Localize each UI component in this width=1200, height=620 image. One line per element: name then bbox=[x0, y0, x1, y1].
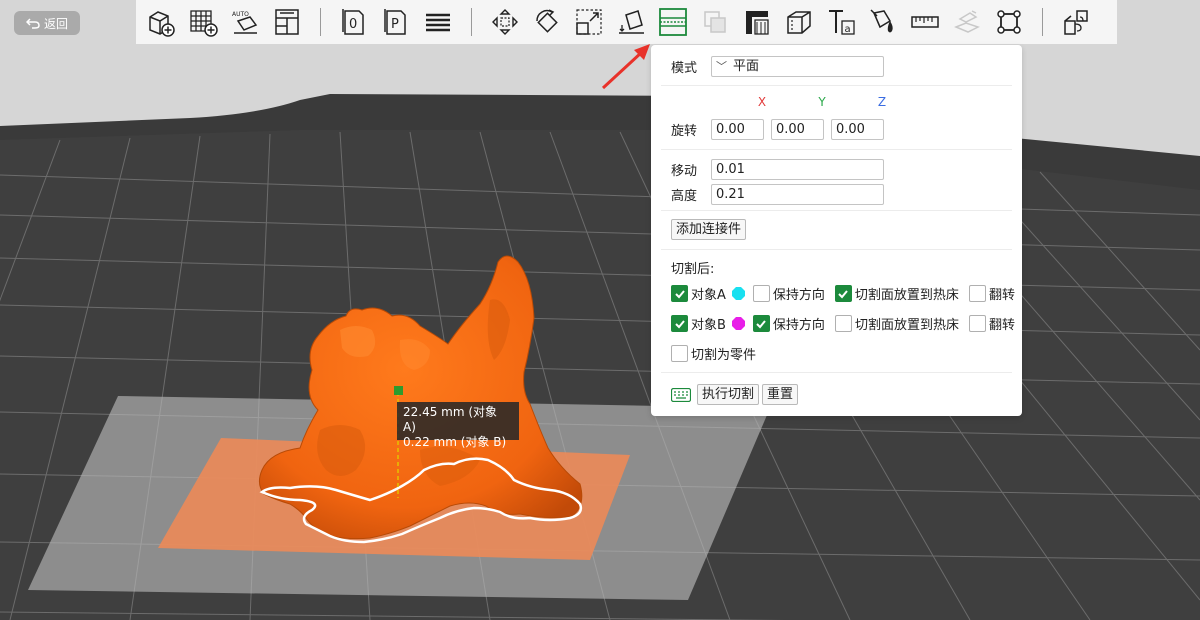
object-b-keep-orientation-checkbox[interactable] bbox=[752, 315, 770, 332]
main-toolbar: AUTO 0 P a bbox=[136, 0, 1117, 44]
keyboard-icon[interactable] bbox=[670, 387, 692, 402]
object-b-flip-label: 翻转 bbox=[988, 318, 1015, 333]
object-a-place-on-bed-checkbox[interactable] bbox=[834, 285, 852, 302]
object-a-keep-orientation-checkbox[interactable] bbox=[752, 285, 770, 302]
measure-tooltip: 22.45 mm (对象 A) 0.22 mm (对象 B) bbox=[397, 402, 519, 449]
cut-to-parts-checkbox[interactable] bbox=[671, 345, 688, 362]
object-a-checkbox[interactable] bbox=[671, 285, 688, 302]
text-icon[interactable]: a bbox=[820, 0, 862, 44]
move-label: 移动 bbox=[671, 164, 698, 179]
height-label: 高度 bbox=[671, 189, 698, 204]
toolbar-separator bbox=[1042, 8, 1043, 36]
add-grid-icon[interactable] bbox=[182, 0, 224, 44]
measure-line-a: 22.45 mm (对象 A) bbox=[403, 405, 498, 434]
divider bbox=[661, 372, 1012, 373]
cut-handle[interactable] bbox=[394, 386, 403, 395]
after-cut-label: 切割后: bbox=[671, 262, 715, 277]
support-icon[interactable] bbox=[736, 0, 778, 44]
scale-icon[interactable] bbox=[568, 0, 610, 44]
rotate-z-input[interactable]: 0.00 bbox=[831, 119, 884, 140]
height-input[interactable]: 0.21 bbox=[711, 184, 884, 205]
object-a-label: 对象A bbox=[691, 288, 726, 303]
back-button[interactable]: 返回 bbox=[14, 11, 80, 35]
rotate-x-input[interactable]: 0.00 bbox=[711, 119, 764, 140]
paint-icon[interactable] bbox=[862, 0, 904, 44]
cut-tool-panel: 模式 ﹀ 平面 X Y Z 旋转 0.00 0.00 0.00 移动 0.01 … bbox=[651, 45, 1022, 416]
layers-icon[interactable] bbox=[417, 0, 459, 44]
mode-select[interactable]: ﹀ 平面 bbox=[711, 56, 884, 77]
toolbar-separator bbox=[320, 8, 321, 36]
chevron-down-icon: ﹀ bbox=[716, 60, 727, 73]
seam-icon[interactable] bbox=[778, 0, 820, 44]
assembly-icon[interactable] bbox=[946, 0, 988, 44]
plate-zero-icon[interactable]: 0 bbox=[333, 0, 375, 44]
object-a-color-icon bbox=[731, 287, 745, 300]
mode-value: 平面 bbox=[733, 59, 760, 74]
back-button-label: 返回 bbox=[43, 16, 68, 31]
object-a-keep-orientation-label: 保持方向 bbox=[772, 288, 825, 303]
cut-to-parts-label: 切割为零件 bbox=[691, 348, 757, 363]
divider bbox=[661, 210, 1012, 211]
divider bbox=[661, 149, 1012, 150]
cut-icon[interactable] bbox=[652, 0, 694, 44]
move-icon[interactable] bbox=[484, 0, 526, 44]
perform-cut-button[interactable]: 执行切割 bbox=[697, 384, 760, 405]
add-connector-button[interactable]: 添加连接件 bbox=[671, 219, 747, 240]
rotate-label: 旋转 bbox=[671, 124, 698, 139]
undo-arrow-icon bbox=[25, 18, 40, 29]
axis-x-label: X bbox=[757, 95, 767, 109]
object-b-checkbox[interactable] bbox=[671, 315, 688, 332]
object-b-place-on-bed-label: 切割面放置到热床 bbox=[854, 318, 959, 333]
measure-icon[interactable] bbox=[904, 0, 946, 44]
divider bbox=[661, 249, 1012, 250]
fit-view-icon[interactable] bbox=[988, 0, 1030, 44]
object-b-label: 对象B bbox=[691, 318, 726, 333]
svg-text:AUTO: AUTO bbox=[232, 11, 249, 18]
rotate-y-input[interactable]: 0.00 bbox=[771, 119, 824, 140]
object-b-place-on-bed-checkbox[interactable] bbox=[834, 315, 852, 332]
svg-text:P: P bbox=[391, 17, 399, 32]
auto-arrange-icon[interactable]: AUTO bbox=[224, 0, 266, 44]
split-parts-icon[interactable] bbox=[1055, 0, 1097, 44]
measure-line-b: 0.22 mm (对象 B) bbox=[403, 435, 507, 449]
object-b-color-icon bbox=[731, 317, 745, 330]
reset-button[interactable]: 重置 bbox=[762, 384, 799, 405]
toolbar-separator bbox=[471, 8, 472, 36]
object-b-flip-checkbox[interactable] bbox=[968, 315, 986, 332]
object-a-flip-checkbox[interactable] bbox=[968, 285, 986, 302]
object-a-flip-label: 翻转 bbox=[988, 288, 1015, 303]
move-input[interactable]: 0.01 bbox=[711, 159, 884, 180]
layout-icon[interactable] bbox=[266, 0, 308, 44]
axis-z-label: Z bbox=[877, 95, 887, 109]
axis-y-label: Y bbox=[818, 95, 826, 109]
divider bbox=[661, 85, 1012, 86]
object-a-place-on-bed-label: 切割面放置到热床 bbox=[854, 288, 959, 303]
boolean-icon[interactable] bbox=[694, 0, 736, 44]
lay-on-face-icon[interactable] bbox=[610, 0, 652, 44]
plate-p-icon[interactable]: P bbox=[375, 0, 417, 44]
rotate-icon[interactable] bbox=[526, 0, 568, 44]
object-b-keep-orientation-label: 保持方向 bbox=[772, 318, 825, 333]
add-cube-icon[interactable] bbox=[140, 0, 182, 44]
mode-label: 模式 bbox=[671, 61, 698, 76]
svg-text:0: 0 bbox=[349, 17, 357, 32]
svg-text:a: a bbox=[845, 24, 851, 35]
